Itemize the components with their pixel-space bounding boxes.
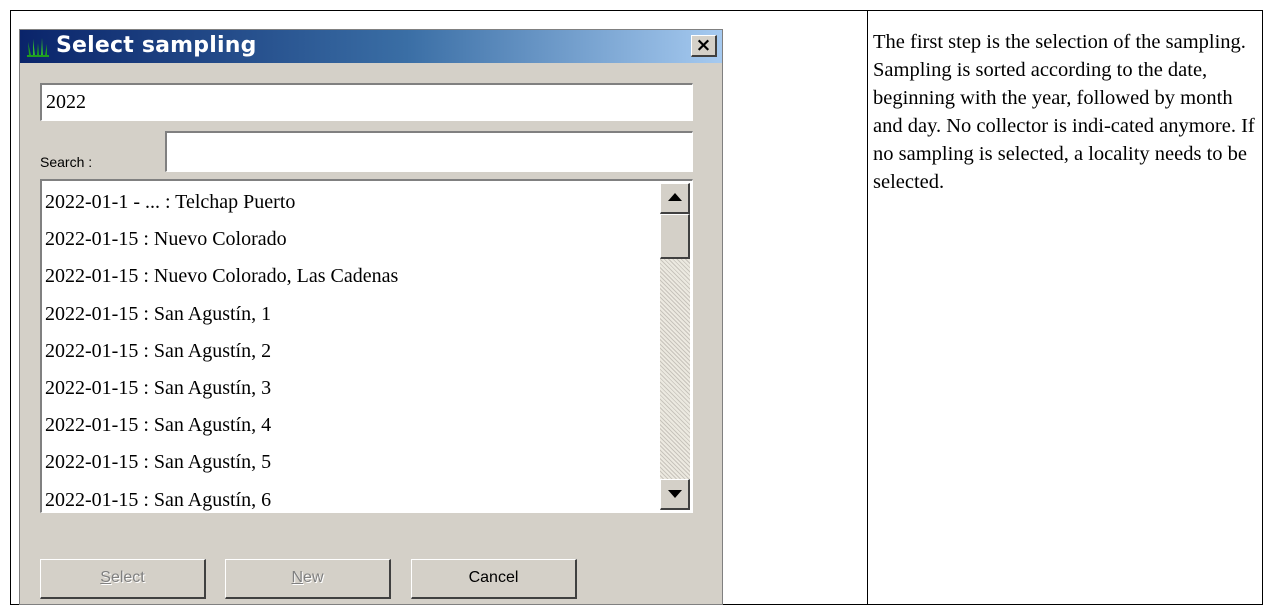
list-item[interactable]: 2022-01-15 : San Agustín, 5 <box>45 445 658 482</box>
scroll-up-button[interactable] <box>660 183 690 214</box>
close-button[interactable]: × <box>691 35 717 57</box>
new-label-rest: ew <box>303 569 324 586</box>
select-mnemonic: S <box>100 569 111 586</box>
list-item[interactable]: 2022-01-15 : San Agustín, 3 <box>45 371 658 408</box>
scroll-down-button[interactable] <box>660 479 690 510</box>
title-bar[interactable]: Select sampling × <box>20 30 722 63</box>
search-label: Search : <box>40 154 93 170</box>
arrow-down-icon <box>668 490 682 498</box>
list-item[interactable]: 2022-01-15 : San Agustín, 1 <box>45 297 658 334</box>
select-label-rest: elect <box>110 569 145 586</box>
column-divider <box>867 11 868 604</box>
new-button[interactable]: New <box>225 559 391 599</box>
list-item[interactable]: 2022-01-15 : Nuevo Colorado, Las Cadenas <box>45 259 658 296</box>
select-sampling-dialog: Select sampling × 2022 Search : 2022-01-… <box>19 29 723 605</box>
list-item[interactable]: 2022-01-15 : San Agustín, 4 <box>45 408 658 445</box>
vertical-scrollbar[interactable] <box>660 183 690 510</box>
sampling-list: 2022-01-1 - ... : Telchap Puerto 2022-01… <box>45 185 658 513</box>
sampling-listbox[interactable]: 2022-01-1 - ... : Telchap Puerto 2022-01… <box>40 179 693 513</box>
arrow-up-icon <box>668 193 682 201</box>
new-mnemonic: N <box>291 569 304 586</box>
list-item[interactable]: 2022-01-15 : Nuevo Colorado <box>45 222 658 259</box>
list-item[interactable]: 2022-01-15 : San Agustín, 2 <box>45 334 658 371</box>
dialog-title: Select sampling <box>56 33 257 58</box>
list-item[interactable]: 2022-01-15 : San Agustín, 6 <box>45 483 658 513</box>
scroll-thumb[interactable] <box>660 214 690 259</box>
year-input[interactable]: 2022 <box>40 83 693 121</box>
description-text: The first step is the selection of the s… <box>873 31 1255 193</box>
list-item[interactable]: 2022-01-1 - ... : Telchap Puerto <box>45 185 658 222</box>
cancel-button[interactable]: Cancel <box>411 559 577 599</box>
select-button[interactable]: Select <box>40 559 206 599</box>
search-input[interactable] <box>165 131 693 172</box>
app-grass-icon <box>27 38 49 57</box>
